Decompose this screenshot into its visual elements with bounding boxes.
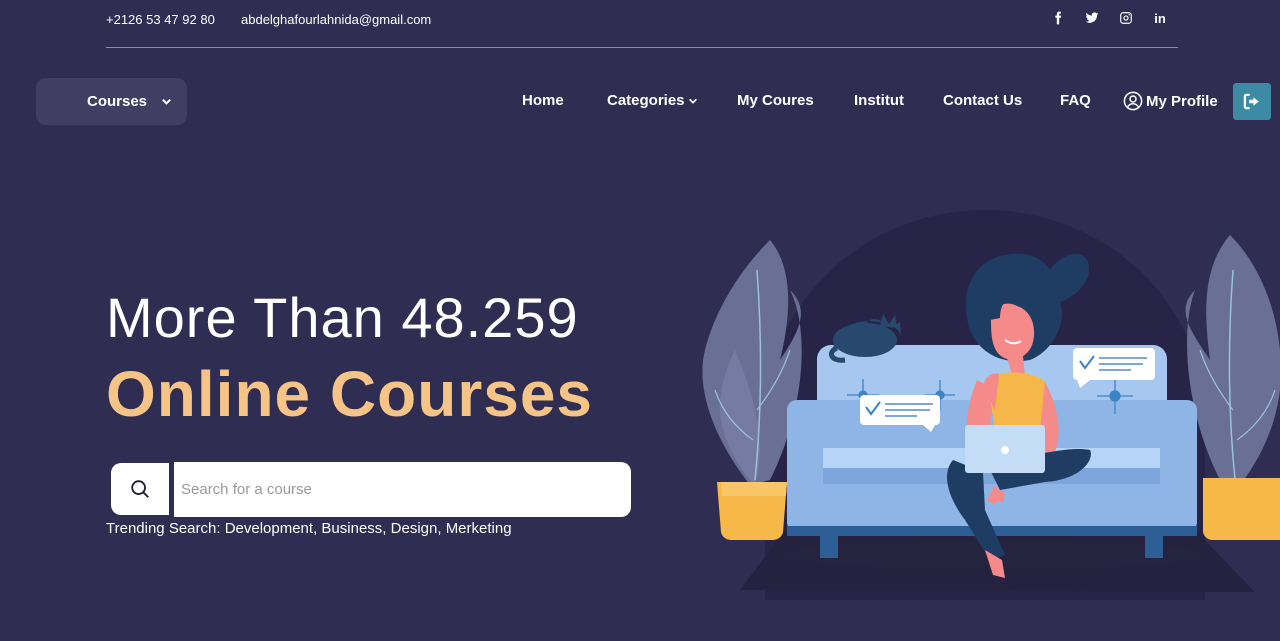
trending-link-business[interactable]: Business xyxy=(321,520,382,537)
nav-contact-us[interactable]: Contact Us xyxy=(943,92,1022,109)
search-icon xyxy=(129,478,151,500)
trending-link-design[interactable]: Design xyxy=(391,520,438,537)
nav-faq[interactable]: FAQ xyxy=(1060,92,1091,109)
hero-illustration xyxy=(702,210,1280,600)
social-links: in xyxy=(1050,10,1168,26)
hero-title: More Than 48.259 xyxy=(106,286,579,349)
search-input[interactable] xyxy=(174,462,631,517)
top-bar: +2126 53 47 92 80 abdelghafourlahnida@gm… xyxy=(106,0,1178,48)
trending-link-development[interactable]: Development xyxy=(225,520,313,537)
trending-link-marketing[interactable]: Merketing xyxy=(446,520,512,537)
nav-categories-label: Categories xyxy=(607,92,685,109)
user-circle-icon xyxy=(1123,91,1143,111)
main-nav: Home Categories My Coures Institut Conta… xyxy=(0,91,1280,112)
chevron-down-icon xyxy=(688,96,698,106)
nav-my-profile[interactable]: My Profile xyxy=(1123,91,1218,111)
nav-categories[interactable]: Categories xyxy=(607,92,698,109)
facebook-icon[interactable] xyxy=(1050,10,1066,26)
trending-search: Trending Search: Development, Business, … xyxy=(106,520,512,537)
linkedin-icon[interactable]: in xyxy=(1152,10,1168,26)
nav-home[interactable]: Home xyxy=(522,92,564,109)
nav-institut[interactable]: Institut xyxy=(854,92,904,109)
sign-out-icon xyxy=(1243,92,1262,111)
search-button[interactable] xyxy=(111,463,169,515)
nav-my-courses[interactable]: My Coures xyxy=(737,92,814,109)
contact-email[interactable]: abdelghafourlahnida@gmail.com xyxy=(241,12,431,27)
logout-button[interactable] xyxy=(1233,83,1271,120)
trending-label: Trending Search: xyxy=(106,520,221,537)
instagram-icon[interactable] xyxy=(1118,10,1134,26)
nav-my-profile-label: My Profile xyxy=(1146,92,1218,110)
twitter-icon[interactable] xyxy=(1084,10,1100,26)
hero-subtitle: Online Courses xyxy=(106,358,593,430)
contact-phone[interactable]: +2126 53 47 92 80 xyxy=(106,12,215,27)
